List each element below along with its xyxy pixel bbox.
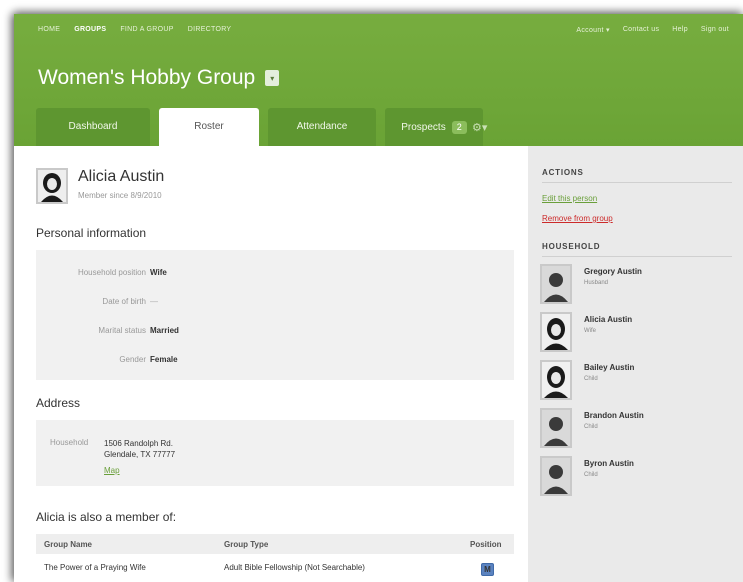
top-navigation: HOME GROUPS FIND A GROUP DIRECTORY Accou…	[14, 14, 743, 50]
tab-label: Dashboard	[68, 121, 118, 132]
account-menu[interactable]: Account ▾	[576, 26, 609, 34]
group-menu-button[interactable]: ▾	[265, 70, 280, 86]
group-name-cell: The Power of a Praying Wife	[44, 563, 146, 572]
field-label: Date of birth	[102, 297, 146, 306]
sidebar: ACTIONS Edit this person Remove from gro…	[528, 146, 743, 582]
avatar	[36, 168, 68, 204]
avatar	[540, 456, 572, 496]
nav-groups[interactable]: GROUPS	[74, 26, 106, 33]
address-panel: Household 1506 Randolph Rd. Glendale, TX…	[36, 420, 514, 486]
household-member[interactable]: Bailey Austin Child	[540, 360, 735, 406]
person-silhouette-icon	[542, 314, 570, 350]
table-header: Group Name Group Type Position	[36, 534, 514, 554]
position-badge: M	[481, 563, 494, 576]
table-row[interactable]: The Power of a Praying Wife Adult Bible …	[36, 556, 514, 578]
field-value: Wife	[150, 268, 167, 277]
header: HOME GROUPS FIND A GROUP DIRECTORY Accou…	[14, 14, 743, 146]
field-value: —	[150, 297, 158, 306]
chevron-down-icon: ▾	[270, 73, 275, 83]
household-member[interactable]: Gregory Austin Husband	[540, 264, 735, 310]
utility-nav: Account ▾ Contact us Help Sign out	[576, 26, 729, 34]
app-window: HOME GROUPS FIND A GROUP DIRECTORY Accou…	[14, 14, 743, 582]
nav-home[interactable]: HOME	[38, 26, 60, 33]
person-silhouette-icon	[542, 266, 570, 302]
household-member-role: Child	[584, 424, 598, 430]
person-silhouette-icon	[542, 410, 570, 446]
column-header: Group Type	[224, 540, 269, 549]
contact-link[interactable]: Contact us	[623, 26, 659, 34]
divider	[542, 256, 732, 257]
column-header: Group Name	[44, 540, 93, 549]
person-silhouette-icon	[542, 362, 570, 398]
avatar	[540, 264, 572, 304]
avatar	[540, 312, 572, 352]
memberships-heading: Alicia is also a member of:	[36, 510, 177, 524]
field-value: Female	[150, 355, 178, 364]
column-header: Position	[470, 540, 502, 549]
person-name: Alicia Austin	[78, 168, 165, 185]
address-line-2: Glendale, TX 77777	[104, 450, 176, 459]
edit-person-link[interactable]: Edit this person	[542, 194, 597, 203]
field-label: Gender	[119, 355, 146, 364]
group-type-cell: Adult Bible Fellowship (Not Searchable)	[224, 563, 365, 572]
nav-find-a-group[interactable]: FIND A GROUP	[120, 26, 173, 33]
personal-info-heading: Personal information	[36, 226, 147, 240]
tab-label: Attendance	[296, 121, 348, 132]
household-heading: HOUSEHOLD	[542, 242, 601, 251]
tab-roster[interactable]: Roster	[159, 108, 259, 146]
primary-nav: HOME GROUPS FIND A GROUP DIRECTORY	[38, 26, 231, 33]
avatar	[540, 360, 572, 400]
main-content: Alicia Austin Member since 8/9/2010 Pers…	[14, 146, 528, 582]
field-value: Married	[150, 326, 179, 335]
tab-bar: Dashboard Roster Attendance Prospects 2	[36, 108, 483, 146]
field-label: Household position	[77, 268, 146, 277]
map-link[interactable]: Map	[104, 466, 120, 475]
page-title: Women's Hobby Group	[38, 66, 256, 89]
household-member-role: Child	[584, 472, 598, 478]
person-silhouette-icon	[38, 170, 66, 202]
person-silhouette-icon	[542, 458, 570, 494]
field-label: Marital status	[98, 326, 146, 335]
help-link[interactable]: Help	[672, 26, 688, 34]
address-line-1: 1506 Randolph Rd.	[104, 439, 173, 448]
household-member-role: Wife	[584, 328, 596, 334]
household-member[interactable]: Alicia Austin Wife	[540, 312, 735, 358]
nav-directory[interactable]: DIRECTORY	[188, 26, 232, 33]
household-member-name: Byron Austin	[584, 459, 634, 468]
gear-icon[interactable]: ⚙▾	[472, 121, 487, 134]
sign-out-link[interactable]: Sign out	[701, 26, 729, 34]
tab-label: Roster	[194, 121, 224, 132]
household-member-name: Bailey Austin	[584, 363, 635, 372]
tab-attendance[interactable]: Attendance	[268, 108, 376, 146]
household-member[interactable]: Brandon Austin Child	[540, 408, 735, 454]
address-label: Household	[50, 438, 89, 447]
tab-prospects[interactable]: Prospects 2	[385, 108, 483, 146]
remove-from-group-link[interactable]: Remove from group	[542, 214, 613, 223]
household-member[interactable]: Byron Austin Child	[540, 456, 735, 502]
prospects-count-badge: 2	[451, 121, 467, 134]
tab-label: Prospects	[401, 122, 446, 133]
personal-info-panel: Household position Wife Date of birth — …	[36, 250, 514, 380]
tab-dashboard[interactable]: Dashboard	[36, 108, 150, 146]
household-member-name: Alicia Austin	[584, 315, 633, 324]
household-member-name: Brandon Austin	[584, 411, 644, 420]
household-member-name: Gregory Austin	[584, 267, 642, 276]
address-heading: Address	[36, 396, 81, 410]
divider	[542, 182, 732, 183]
member-since: Member since 8/9/2010	[78, 191, 162, 200]
actions-heading: ACTIONS	[542, 168, 584, 177]
group-title-row: Women's Hobby Group ▾	[38, 66, 280, 90]
avatar	[540, 408, 572, 448]
household-member-role: Child	[584, 376, 598, 382]
household-member-role: Husband	[584, 280, 609, 286]
